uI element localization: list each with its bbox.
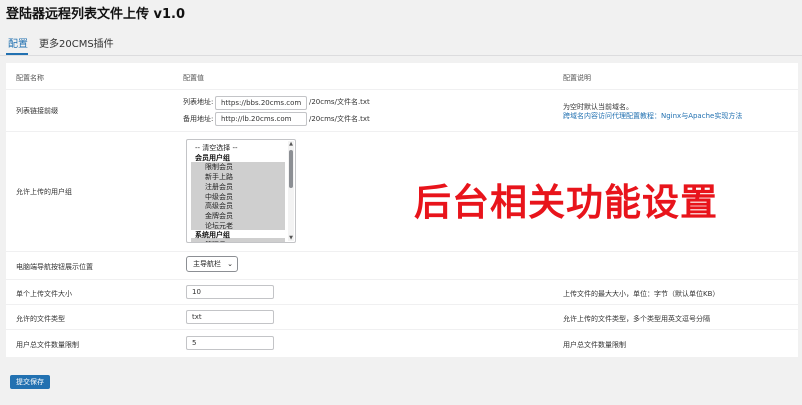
row-label-file-count: 用户总文件数量限制 — [16, 341, 79, 349]
list-addr-input[interactable]: https://bbs.20cms.com — [215, 96, 307, 110]
table-row-file-size: 单个上传文件大小 10 上传文件的最大大小，单位：字节（默认单位KB） — [6, 280, 798, 305]
file-count-desc: 用户总文件数量限制 — [563, 341, 626, 349]
list-item[interactable]: 论坛元老 — [205, 221, 233, 231]
header-config-desc: 配置说明 — [563, 74, 591, 82]
list-item[interactable]: 限制会员 — [205, 162, 233, 172]
list-item[interactable]: 高级会员 — [205, 201, 233, 211]
tabs-divider — [0, 55, 802, 56]
row-label-nav-position: 电脑端导航按钮展示位置 — [16, 263, 93, 271]
tab-more-plugins[interactable]: 更多20CMS插件 — [39, 35, 114, 50]
user-group-listbox[interactable]: -- 清空选择 -- 会员用户组 限制会员 新手上路 注册会员 中级会员 高级会员 金牌会员论… — [186, 139, 296, 243]
list-item[interactable]: 管理员 — [205, 240, 226, 242]
list-item[interactable]: 金牌会员 — [205, 211, 233, 221]
option-group-label: 会员用户组 — [195, 153, 230, 162]
table-header-row: 配置名称 配置值 配置说明 — [6, 63, 798, 90]
chevron-down-icon: ⌄ — [227, 260, 233, 268]
submit-save-button[interactable]: 提交保存 — [10, 375, 50, 389]
list-item[interactable]: 注册会员 — [205, 182, 233, 192]
file-count-input[interactable]: 5 — [186, 336, 274, 350]
row-label-file-size: 单个上传文件大小 — [16, 290, 72, 298]
clear-selection-option[interactable]: -- 清空选择 -- — [195, 143, 238, 153]
table-row-file-count: 用户总文件数量限制 5 用户总文件数量限制 — [6, 330, 798, 357]
listbox-scroll-thumb[interactable] — [289, 150, 293, 188]
tab-bar: 配置 更多20CMS插件 — [0, 30, 802, 56]
file-size-input[interactable]: 10 — [186, 285, 274, 299]
header-config-value: 配置值 — [183, 74, 204, 82]
table-row-file-type: 允许的文件类型 txt 允许上传的文件类型，多个类型用英文逗号分隔 — [6, 305, 798, 330]
row-label-file-type: 允许的文件类型 — [16, 315, 65, 323]
file-type-input[interactable]: txt — [186, 310, 274, 324]
tab-config[interactable]: 配置 — [8, 35, 28, 50]
page-title: 登陆器远程列表文件上传 v1.0 — [6, 7, 186, 22]
table-row-link-prefix: 列表链接前缀 列表地址: https://bbs.20cms.com /20cm… — [6, 90, 798, 132]
row-label-user-groups: 允许上传的用户组 — [16, 188, 72, 196]
list-item[interactable]: 中级会员 — [205, 192, 233, 202]
scroll-up-icon[interactable]: ▲ — [288, 141, 294, 147]
file-size-desc: 上传文件的最大大小，单位：字节（默认单位KB） — [563, 290, 720, 298]
nav-position-select[interactable]: 主导航栏 ⌄ — [186, 256, 238, 272]
list-item[interactable]: 新手上路 — [205, 172, 233, 182]
file-type-desc: 允许上传的文件类型，多个类型用英文逗号分隔 — [563, 315, 710, 323]
table-row-nav-position: 电脑端导航按钮展示位置 — [6, 252, 798, 280]
list-addr-suffix: /20cms/文件名.txt — [309, 98, 370, 106]
overlay-banner-text: 后台相关功能设置 — [414, 181, 718, 224]
row-label-link-prefix: 列表链接前缀 — [16, 107, 58, 115]
backup-addr-suffix: /20cms/文件名.txt — [309, 115, 370, 123]
option-group-label: 系统用户组 — [195, 231, 230, 240]
header-config-name: 配置名称 — [16, 74, 44, 82]
scroll-down-icon[interactable]: ▼ — [288, 235, 294, 241]
backup-addr-input[interactable]: http://lb.20cms.com — [215, 112, 307, 126]
list-addr-label: 列表地址: — [183, 98, 214, 106]
backup-addr-label: 备用地址: — [183, 115, 214, 123]
nav-position-selected: 主导航栏 — [193, 260, 221, 268]
proxy-tutorial-link[interactable]: 跨域名内容访问代理配置教程：Nginx与Apache实现方法 — [563, 111, 742, 121]
